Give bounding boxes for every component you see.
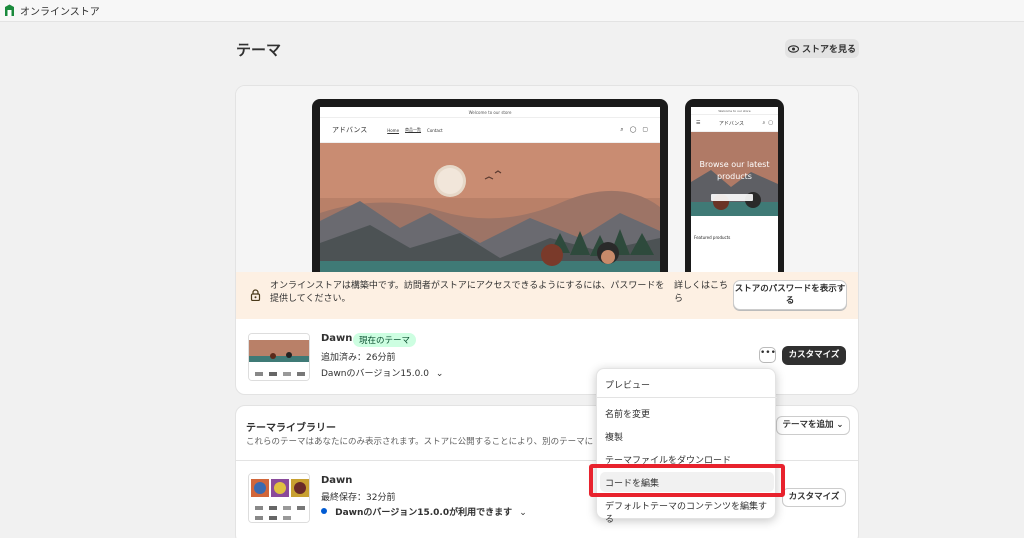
chevron-down-icon: ⌄	[435, 369, 444, 379]
current-theme-version-label: Dawnのバージョン15.0.0	[321, 369, 429, 379]
menu-item-duplicate[interactable]: 複製	[605, 430, 623, 443]
nav-link-contact: Contact	[427, 127, 443, 133]
library-title: テーマライブラリー	[246, 423, 336, 434]
mobile-hero-text: Browse our latest products	[699, 160, 770, 181]
store-header: アドバンス Home 商品一覧 Contact ⌕ ◯ ▢	[320, 118, 660, 143]
menu-item-rename[interactable]: 名前を変更	[605, 407, 650, 420]
view-store-label: ストアを見る	[801, 45, 856, 55]
mobile-cart-icon: ▢	[768, 120, 773, 126]
mobile-announcement-bar: Welcome to our store	[691, 107, 778, 115]
add-theme-button[interactable]: テーマを追加 ⌄	[776, 416, 850, 435]
store-name: アドバンス	[332, 126, 368, 134]
eye-icon	[787, 44, 799, 53]
current-theme-version[interactable]: Dawnのバージョン15.0.0 ⌄	[321, 366, 443, 379]
mobile-search-icon: ⌕	[762, 120, 766, 126]
library-theme-update[interactable]: Dawnのバージョン15.0.0が利用できます ⌄	[321, 505, 527, 518]
menu-item-preview[interactable]: プレビュー	[605, 378, 650, 391]
more-actions-button[interactable]: •••	[759, 347, 776, 363]
current-theme-badge: 現在のテーマ	[353, 333, 417, 347]
page-title: テーマ	[236, 41, 282, 59]
banner-message: オンラインストアは構築中です。訪問者がストアにアクセスできるようにするには、パス…	[270, 281, 665, 304]
library-theme-name: Dawn	[321, 475, 353, 486]
cart-icon: ▢	[642, 126, 648, 133]
nav-link-home: Home	[387, 127, 400, 133]
mobile-preview: Welcome to our store ☰ アドバンス ⌕ ▢ Browse …	[685, 99, 784, 272]
current-theme-card: Welcome to our store アドバンス Home 商品一覧 Con…	[235, 85, 859, 395]
customize-library-button[interactable]: カスタマイズ	[782, 488, 846, 507]
chevron-down-icon: ⌄	[519, 508, 527, 518]
hero-image	[320, 143, 660, 272]
menu-divider	[597, 397, 777, 398]
customize-current-button[interactable]: カスタマイズ	[782, 346, 846, 365]
app-topbar: オンラインストア	[0, 0, 1024, 22]
highlight-box	[589, 464, 785, 497]
mobile-store-name: アドバンス	[718, 120, 745, 127]
lock-icon	[250, 289, 261, 301]
mobile-store-header: ☰ アドバンス ⌕ ▢	[691, 115, 778, 132]
password-banner: オンラインストアは構築中です。訪問者がストアにアクセスできるようにするには、パス…	[236, 272, 858, 319]
update-dot	[321, 508, 327, 514]
nav-link-products: 商品一覧	[405, 127, 422, 132]
library-description: これらのテーマはあなたにのみ表示されます。ストアに公開することにより、別のテーマ…	[246, 437, 594, 447]
menu-icon: ☰	[696, 120, 701, 126]
search-icon: ⌕	[620, 126, 624, 133]
add-theme-label: テーマを追加	[782, 420, 834, 430]
announcement-bar: Welcome to our store	[320, 107, 660, 118]
current-theme-added: 追加済み：26分前	[321, 353, 396, 363]
current-theme-thumbnail	[248, 333, 310, 381]
app-title: オンラインストア	[20, 7, 100, 18]
library-theme-saved: 最終保存：32分前	[321, 493, 396, 503]
library-theme-update-label: Dawnのバージョン15.0.0が利用できます	[335, 508, 513, 518]
desktop-preview: Welcome to our store アドバンス Home 商品一覧 Con…	[312, 99, 668, 272]
show-store-password-button[interactable]: ストアのパスワードを表示する	[733, 280, 847, 310]
theme-preview[interactable]: Welcome to our store アドバンス Home 商品一覧 Con…	[236, 86, 858, 272]
current-theme-name: Dawn	[321, 333, 353, 344]
mobile-featured-label: Featured products	[694, 235, 731, 240]
menu-item-edit-default-content[interactable]: デフォルトテーマのコンテンツを編集する	[605, 499, 775, 525]
view-store-button[interactable]: ストアを見る	[785, 39, 859, 58]
online-store-icon	[5, 4, 14, 16]
account-icon: ◯	[629, 126, 637, 133]
library-theme-thumbnail	[248, 473, 310, 523]
chevron-down-icon: ⌄	[836, 420, 844, 430]
learn-more-link[interactable]: 詳しくはこちら	[674, 280, 730, 306]
